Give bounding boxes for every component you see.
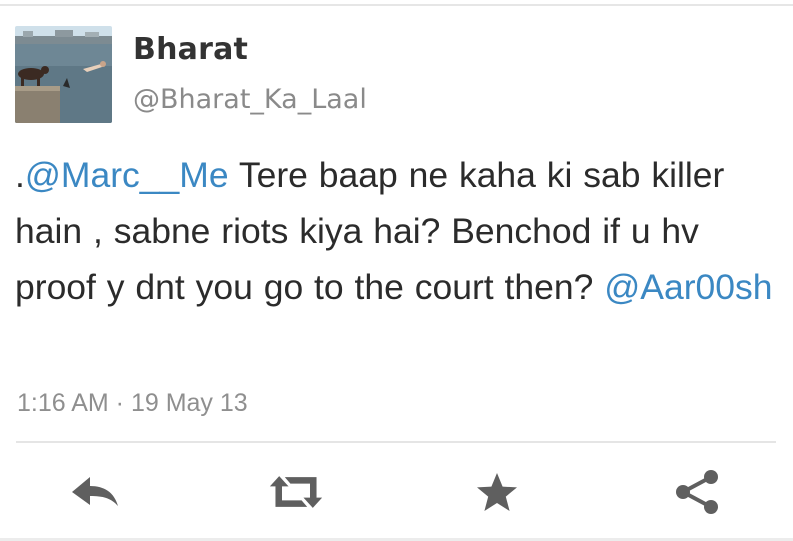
retweet-button[interactable] [268, 464, 324, 520]
avatar[interactable] [15, 26, 112, 123]
top-divider [0, 4, 793, 6]
favorite-button[interactable] [469, 464, 525, 520]
share-icon [676, 470, 718, 514]
reply-icon [72, 477, 118, 506]
actions-divider [16, 441, 776, 443]
author-handle[interactable]: @Bharat_Ka_Laal [133, 84, 367, 115]
avatar-photo [15, 26, 112, 123]
star-icon [477, 473, 517, 511]
mention-link[interactable]: @Aar00sh [604, 267, 772, 307]
tweet-timestamp: 1:16 AM · 19 May 13 [17, 389, 248, 417]
author-name[interactable]: Bharat [133, 32, 248, 67]
reply-button[interactable] [68, 464, 124, 520]
share-button[interactable] [669, 464, 725, 520]
tweet-text: .@Marc__Me Tere baap ne kaha ki sab kill… [15, 147, 785, 315]
retweet-icon [269, 476, 323, 508]
mention-link[interactable]: @Marc__Me [25, 155, 229, 195]
tweet-text-prefix: . [15, 155, 25, 195]
